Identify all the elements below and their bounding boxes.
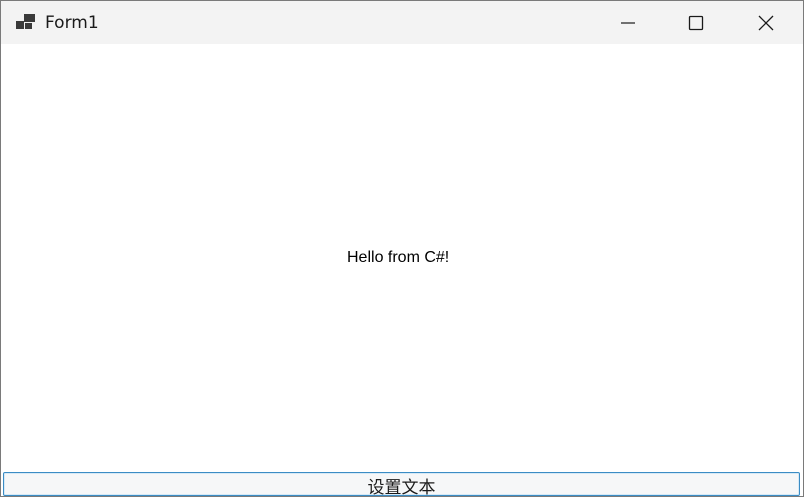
maximize-button[interactable] [663, 1, 729, 44]
form-client-area: Hello from C#! 设置文本 [1, 44, 803, 496]
set-text-button[interactable]: 设置文本 [3, 472, 800, 496]
app-icon[interactable] [16, 13, 36, 31]
minimize-icon [620, 15, 636, 31]
close-icon [758, 15, 774, 31]
window-title: Form1 [45, 13, 99, 33]
hello-label: Hello from C#! [347, 249, 450, 266]
maximize-icon [688, 15, 704, 31]
title-bar[interactable]: Form1 [1, 1, 803, 44]
close-button[interactable] [733, 1, 799, 44]
minimize-button[interactable] [595, 1, 661, 44]
set-text-button-label: 设置文本 [367, 478, 436, 496]
form1-window: Form1 Hello from C#! 设置文本 [0, 0, 804, 497]
